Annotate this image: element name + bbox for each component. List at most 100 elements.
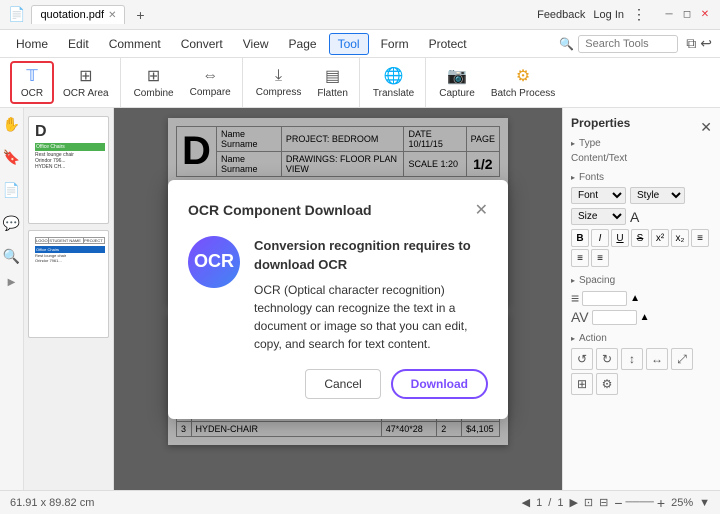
thumbnail-2[interactable]: LOGOSTUDENT NAMEPROJECT Office Chairs Re… xyxy=(28,230,109,338)
sidebar-expand-arrow[interactable]: ▶ xyxy=(8,277,16,288)
menu-home[interactable]: Home xyxy=(8,34,56,54)
download-button[interactable]: Download xyxy=(391,369,488,399)
fit-width-icon[interactable]: ⊟ xyxy=(599,496,608,509)
dialog-overlay: OCR Component Download ✕ OCR Conversion … xyxy=(114,108,562,490)
new-tab-button[interactable]: + xyxy=(131,6,149,24)
panel-spacing-section: Spacing ≡ ▲ AV ▲ xyxy=(571,275,712,325)
close-button[interactable]: ✕ xyxy=(698,8,712,22)
superscript-icon[interactable]: x² xyxy=(651,229,669,247)
align-left-icon[interactable]: ≡ xyxy=(691,229,709,247)
menu-icon[interactable]: ⋮ xyxy=(632,6,646,23)
flatten-button[interactable]: ▤ Flatten xyxy=(310,62,355,103)
dialog-body: OCR Conversion recognition requires to d… xyxy=(188,236,488,353)
login-link[interactable]: Log In xyxy=(593,9,624,21)
compress-label: Compress xyxy=(256,87,302,98)
next-page-icon[interactable]: ▶ xyxy=(569,496,577,509)
menu-page[interactable]: Page xyxy=(281,34,325,54)
minimize-button[interactable]: ─ xyxy=(662,8,676,22)
zoom-dropdown-icon[interactable]: ▼ xyxy=(699,497,710,509)
window-controls: ─ ◻ ✕ xyxy=(662,8,712,22)
thumbnail-1[interactable]: D Office Chairs Rest lounge chair Orindo… xyxy=(28,116,109,224)
action-icon-1[interactable]: ↺ xyxy=(571,348,593,370)
action-icons: ↺ ↻ ↕ ↔ ⤢ ⊞ ⚙ xyxy=(571,348,712,395)
align-right-icon[interactable]: ≡ xyxy=(591,249,609,267)
font-family-select[interactable]: Font xyxy=(571,187,626,204)
ocr-area-button[interactable]: ⊞ OCR Area xyxy=(56,62,116,103)
action-icon-5[interactable]: ⤢ xyxy=(671,348,693,370)
toolbar: 𝕋 OCR ⊞ OCR Area ⊞ Combine ⇔ Compare ⤓ C… xyxy=(0,58,720,108)
compress-icon: ⤓ xyxy=(275,67,282,85)
sidebar-comment-icon[interactable]: 💬 xyxy=(0,211,24,236)
translate-button[interactable]: 🌐 Translate xyxy=(366,62,421,103)
combine-button[interactable]: ⊞ Combine xyxy=(127,62,181,103)
action-icon-7[interactable]: ⚙ xyxy=(596,373,618,395)
sidebar-bookmark-icon[interactable]: 🔖 xyxy=(0,145,24,170)
menu-comment[interactable]: Comment xyxy=(101,34,169,54)
menu-view[interactable]: View xyxy=(235,34,277,54)
menu-edit[interactable]: Edit xyxy=(60,34,97,54)
zoom-slider: ──── xyxy=(626,497,654,508)
action-icon-6[interactable]: ⊞ xyxy=(571,373,593,395)
tab-close-icon[interactable]: ✕ xyxy=(108,10,116,21)
external-link-icon[interactable]: ⧉ xyxy=(686,35,696,52)
feedback-link[interactable]: Feedback xyxy=(537,9,585,21)
main-layout: ✋ 🔖 📄 💬 🔍 ▶ D Office Chairs Rest lounge … xyxy=(0,108,720,490)
compare-icon: ⇔ xyxy=(202,67,218,85)
strikethrough-icon[interactable]: S xyxy=(631,229,649,247)
capture-button[interactable]: 📷 Capture xyxy=(432,62,482,103)
underline-icon[interactable]: U xyxy=(611,229,629,247)
combine-label: Combine xyxy=(134,88,174,99)
pdf-content-area: D Name Surname PROJECT: BEDROOM DATE 10/… xyxy=(114,108,562,490)
right-properties-panel: Properties ✕ Type Content/Text Fonts Fon… xyxy=(562,108,720,490)
menu-form[interactable]: Form xyxy=(373,34,417,54)
char-spacing-up-icon[interactable]: ▲ xyxy=(640,312,650,323)
thumbnail-panel: D Office Chairs Rest lounge chair Orindo… xyxy=(24,108,114,490)
action-icon-3[interactable]: ↕ xyxy=(621,348,643,370)
cancel-button[interactable]: Cancel xyxy=(305,369,380,399)
search-icon: 🔍 xyxy=(559,37,574,51)
fonts-row-1: Font Style xyxy=(571,187,712,204)
batch-button[interactable]: ⚙ Batch Process xyxy=(484,62,562,103)
zoom-level: 25% xyxy=(671,497,693,509)
compare-button[interactable]: ⇔ Compare xyxy=(183,63,238,102)
subscript-icon[interactable]: x₂ xyxy=(671,229,689,247)
italic-icon[interactable]: I xyxy=(591,229,609,247)
zoom-in-button[interactable]: + xyxy=(657,495,665,511)
sidebar-search-icon[interactable]: 🔍 xyxy=(0,244,24,269)
restore-button[interactable]: ◻ xyxy=(680,8,694,22)
dialog-text: Conversion recognition requires to downl… xyxy=(254,236,488,353)
menu-bar: Home Edit Comment Convert View Page Tool… xyxy=(0,30,720,58)
tab-item[interactable]: quotation.pdf ✕ xyxy=(31,5,125,24)
ocr-label: OCR xyxy=(21,88,43,99)
compress-button[interactable]: ⤓ Compress xyxy=(249,63,309,102)
line-spacing-up-icon[interactable]: ▲ xyxy=(630,293,640,304)
prev-page-icon[interactable]: ◀ xyxy=(522,496,530,509)
sidebar-hand-icon[interactable]: ✋ xyxy=(0,112,24,137)
action-icon-2[interactable]: ↻ xyxy=(596,348,618,370)
type-content-row: Content/Text xyxy=(571,153,712,164)
font-color-icon[interactable]: A xyxy=(630,209,639,225)
align-center-icon[interactable]: ≡ xyxy=(571,249,589,267)
sidebar-page-icon[interactable]: 📄 xyxy=(0,178,24,203)
search-input[interactable] xyxy=(578,35,678,53)
font-style-select[interactable]: Style xyxy=(630,187,685,204)
zoom-out-button[interactable]: − xyxy=(614,495,622,511)
left-sidebar: ✋ 🔖 📄 💬 🔍 ▶ xyxy=(0,108,24,490)
fit-icon[interactable]: ⊡ xyxy=(584,496,593,509)
action-icon-4[interactable]: ↔ xyxy=(646,348,668,370)
ocr-button[interactable]: 𝕋 OCR xyxy=(10,61,54,104)
bold-icon[interactable]: B xyxy=(571,229,589,247)
toolbar-ocr-group: 𝕋 OCR ⊞ OCR Area xyxy=(6,58,121,107)
menu-protect[interactable]: Protect xyxy=(421,34,475,54)
title-bar-right: Feedback Log In ⋮ ─ ◻ ✕ xyxy=(537,6,712,23)
font-size-select[interactable]: Size xyxy=(571,208,626,225)
dialog-close-icon[interactable]: ✕ xyxy=(475,200,488,220)
back-icon[interactable]: ↩ xyxy=(700,35,712,52)
action-section-title: Action xyxy=(571,333,712,344)
fonts-row-2: Size A xyxy=(571,208,712,225)
menu-tool[interactable]: Tool xyxy=(329,33,369,55)
panel-close-icon[interactable]: ✕ xyxy=(700,119,712,136)
char-spacing-input[interactable] xyxy=(592,310,637,325)
menu-convert[interactable]: Convert xyxy=(173,34,231,54)
line-spacing-input[interactable] xyxy=(582,291,627,306)
